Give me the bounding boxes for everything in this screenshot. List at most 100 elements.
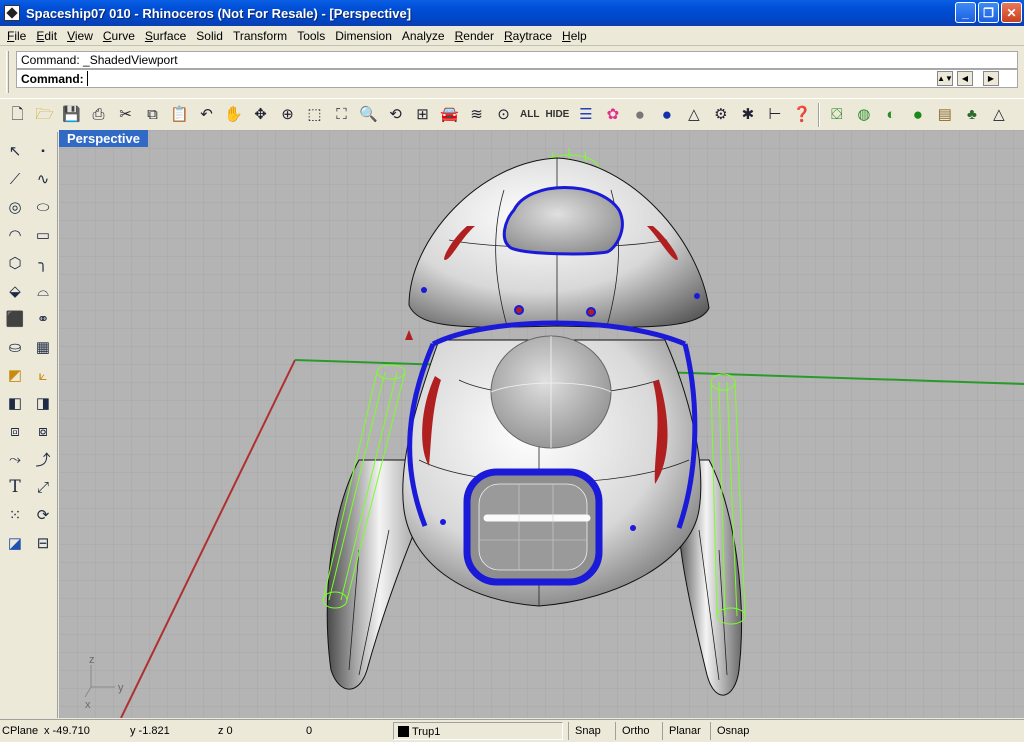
pan-button[interactable]: ✋ [220, 101, 247, 128]
menu-render[interactable]: Render [450, 29, 499, 43]
edit-points-button[interactable]: ⤴ [30, 446, 56, 472]
text-button[interactable]: T [2, 474, 28, 500]
properties-button[interactable]: ✱ [734, 101, 761, 128]
material-sphere-button[interactable]: ● [626, 101, 653, 128]
menu-view[interactable]: View [62, 29, 98, 43]
menu-tools[interactable]: Tools [292, 29, 330, 43]
title-bar[interactable]: Spaceship07 010 - Rhinoceros (Not For Re… [0, 0, 1024, 26]
close-button[interactable]: ✕ [1001, 2, 1022, 23]
four-viewports-button[interactable]: ⊞ [409, 101, 436, 128]
menu-transform[interactable]: Transform [228, 29, 292, 43]
menu-edit[interactable]: Edit [31, 29, 62, 43]
ruler-button[interactable]: ⊟ [30, 530, 56, 556]
environment-button[interactable]: ▤ [931, 101, 958, 128]
select-all-button[interactable]: ALL [517, 101, 542, 128]
cut-button[interactable]: ✂ [112, 101, 139, 128]
rotate-view-button[interactable]: ✥ [247, 101, 274, 128]
zoom-dynamic-button[interactable]: ⊕ [274, 101, 301, 128]
hide-objects-button[interactable]: HIDE [542, 101, 572, 128]
curve-button[interactable]: ∿ [30, 166, 56, 192]
scroll-right-icon[interactable]: ▶ [983, 71, 999, 86]
minimize-button[interactable]: _ [955, 2, 976, 23]
menu-analyze[interactable]: Analyze [397, 29, 450, 43]
analyze-button[interactable]: ◪ [2, 530, 28, 556]
command-area-grip[interactable] [6, 51, 9, 93]
copy-button[interactable]: ⧉ [139, 101, 166, 128]
menu-surface[interactable]: Surface [140, 29, 191, 43]
zoom-extents-button[interactable]: ⛶ [328, 101, 355, 128]
circle-button[interactable]: ◎ [2, 194, 28, 220]
ungroup-button[interactable]: ⧇ [30, 418, 56, 444]
menu-help[interactable]: Help [557, 29, 592, 43]
help-button[interactable]: ❓ [788, 101, 815, 128]
scale-button[interactable]: ⤢ [30, 474, 56, 500]
viewport-scene[interactable]: z y x [59, 130, 1024, 718]
array-button[interactable]: ⁙ [2, 502, 28, 528]
dimension-button[interactable]: ⊢ [761, 101, 788, 128]
dimension-tool-button[interactable]: ⟀ [30, 362, 56, 388]
open-file-button[interactable]: 🗁 [31, 101, 58, 128]
paste-button[interactable]: 📋 [166, 101, 193, 128]
options-button[interactable]: ⚙ [707, 101, 734, 128]
save-button[interactable]: 💾 [58, 101, 85, 128]
fillet-curve-button[interactable]: ╮ [30, 250, 56, 276]
command-input[interactable] [86, 71, 907, 86]
history-spin-icon[interactable]: ▲▼ [937, 71, 953, 86]
render-mesh-button[interactable]: ◩ [2, 362, 28, 388]
cplane-label[interactable]: CPlane [2, 722, 38, 740]
rectangle-button[interactable]: ▭ [30, 222, 56, 248]
shaded-car-button[interactable]: 🚘 [436, 101, 463, 128]
light-cone-button[interactable]: △ [985, 101, 1012, 128]
select-points-button[interactable]: ⊙ [490, 101, 517, 128]
render-preview-button[interactable]: ◐ [877, 101, 904, 128]
maximize-button[interactable]: ❐ [978, 2, 999, 23]
current-layer-pane[interactable]: Trup1 [393, 722, 563, 740]
undo-view-button[interactable]: ⟲ [382, 101, 409, 128]
cylinder-button[interactable]: ⛀ [2, 334, 28, 360]
mesh-button[interactable]: ▦ [30, 334, 56, 360]
layers-button[interactable]: ≋ [463, 101, 490, 128]
box-button[interactable]: ⬛ [2, 306, 28, 332]
menu-solid[interactable]: Solid [191, 29, 228, 43]
viewport-title-tab[interactable]: Perspective [59, 130, 148, 147]
spotlight-button[interactable]: △ [680, 101, 707, 128]
blue-sphere-button[interactable]: ● [653, 101, 680, 128]
render-button[interactable]: ⛋ [823, 101, 850, 128]
group-button[interactable]: ⧈ [2, 418, 28, 444]
polygon-button[interactable]: ⬡ [2, 250, 28, 276]
color-wheel-button[interactable]: ✿ [599, 101, 626, 128]
arc-button[interactable]: ◠ [2, 222, 28, 248]
osnap-toggle[interactable]: Osnap [710, 722, 755, 740]
ellipse-button[interactable]: ⬭ [30, 194, 56, 220]
surface-from-points-button[interactable]: ⬙ [2, 278, 28, 304]
split-button[interactable]: ◧ [2, 390, 28, 416]
green-sphere-button[interactable]: ● [904, 101, 931, 128]
rhino-app-icon[interactable] [4, 5, 20, 21]
ellipse-icon: ⬭ [36, 198, 50, 216]
boolean-union-button[interactable]: ⚭ [30, 306, 56, 332]
render-save-button[interactable]: ◍ [850, 101, 877, 128]
ortho-toggle[interactable]: Ortho [615, 722, 656, 740]
snap-toggle[interactable]: Snap [568, 722, 607, 740]
select-arrow-button[interactable]: ↖ [2, 138, 28, 164]
tree-button[interactable]: ♣ [958, 101, 985, 128]
menu-dimension[interactable]: Dimension [330, 29, 397, 43]
zoom-selected-button[interactable]: 🔍 [355, 101, 382, 128]
rebuild-curve-button[interactable]: ⤳ [2, 446, 28, 472]
rotate-button[interactable]: ⟳ [30, 502, 56, 528]
polyline-button[interactable]: ⟋ [2, 166, 28, 192]
planar-toggle[interactable]: Planar [662, 722, 707, 740]
new-file-button[interactable]: 🗋 [4, 101, 31, 128]
layer-manager-button[interactable]: ☰ [572, 101, 599, 128]
undo-button[interactable]: ↶ [193, 101, 220, 128]
menu-file[interactable]: File [2, 29, 31, 43]
zoom-window-button[interactable]: ⬚ [301, 101, 328, 128]
menu-curve[interactable]: Curve [98, 29, 140, 43]
extrude-surface-button[interactable]: ⌓ [30, 278, 56, 304]
menu-raytrace[interactable]: Raytrace [499, 29, 557, 43]
perspective-viewport[interactable]: Perspective z y x [59, 130, 1024, 718]
scroll-left-icon[interactable]: ◀ [957, 71, 973, 86]
print-button[interactable]: ⎙ [85, 101, 112, 128]
point-button[interactable]: ▪ [30, 138, 56, 164]
trim-button[interactable]: ◨ [30, 390, 56, 416]
